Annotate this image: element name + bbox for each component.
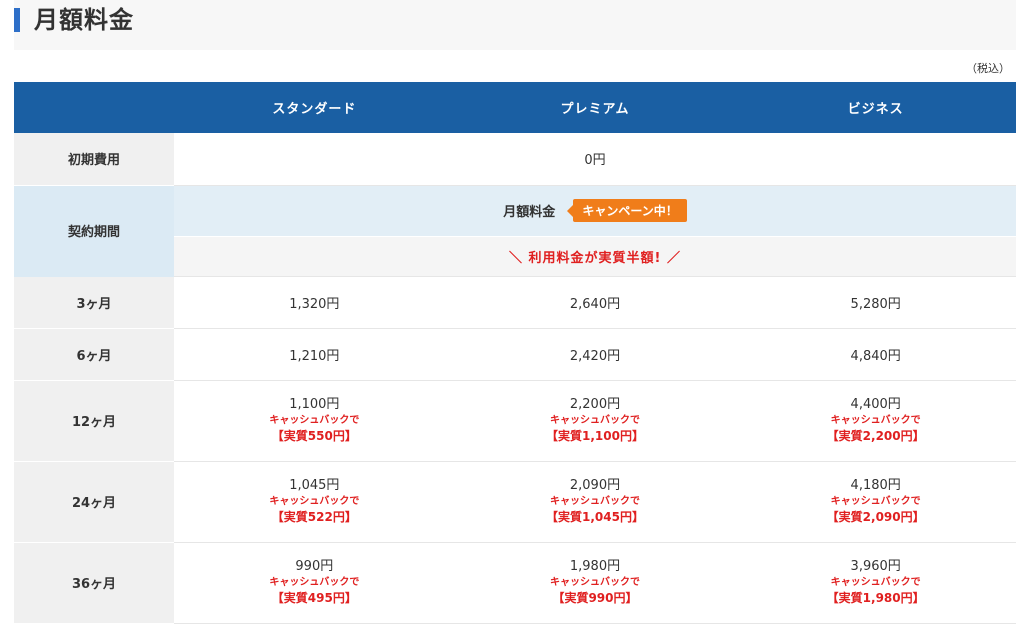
price-cell: 1,100円 キャッシュバックで 【実質550円】 [174, 380, 455, 462]
effective-price: 【実質2,200円】 [826, 429, 925, 443]
base-price: 2,200円 [569, 397, 621, 412]
price-cell: 5,280円 [735, 276, 1016, 329]
cashback-note: キャッシュバックで [549, 415, 640, 426]
page-title: 月額料金 [34, 6, 134, 34]
base-price: 990円 [295, 559, 334, 574]
column-header-business: ビジネス [735, 82, 1016, 133]
base-price: 1,980円 [569, 559, 621, 574]
effective-price: 【実質550円】 [271, 429, 357, 443]
table-row: 6ヶ月 1,210円 2,420円 4,840円 [14, 328, 1016, 381]
pricing-table: スタンダード プレミアム ビジネス 初期費用 0円 契約期間 月額料金 キャンペ… [14, 82, 1016, 624]
period-label: 3ヶ月 [14, 276, 174, 329]
table-header-row: スタンダード プレミアム ビジネス [14, 82, 1016, 133]
base-price: 4,180円 [850, 478, 901, 493]
header-empty-cell [14, 82, 174, 133]
cashback-note: キャッシュバックで [549, 496, 640, 507]
base-price: 1,100円 [289, 397, 340, 412]
table-row: 36ヶ月 990円 キャッシュバックで 【実質495円】 1,980円 キャッシ… [14, 542, 1016, 624]
period-label: 36ヶ月 [14, 542, 174, 624]
effective-price: 【実質522円】 [271, 510, 357, 524]
cashback-note: キャッシュバックで [269, 577, 360, 588]
effective-price: 【実質1,980円】 [826, 591, 925, 605]
price-cell: 1,210円 [174, 328, 455, 381]
price-cell: 1,980円 キャッシュバックで 【実質990円】 [454, 542, 736, 624]
effective-price: 【実質1,045円】 [546, 510, 644, 524]
column-header-standard: スタンダード [174, 82, 455, 133]
price-cell: 3,960円 キャッシュバックで 【実質1,980円】 [735, 542, 1016, 624]
campaign-badge: キャンペーン中！ [567, 199, 687, 222]
monthly-fee-label: 月額料金 [503, 205, 556, 220]
cashback-note: キャッシュバックで [830, 577, 921, 588]
cashback-note: キャッシュバックで [269, 496, 360, 507]
effective-price: 【実質990円】 [552, 591, 638, 605]
price-cell: 990円 キャッシュバックで 【実質495円】 [174, 542, 455, 624]
period-label: 6ヶ月 [14, 328, 174, 381]
price-cell: 2,200円 キャッシュバックで 【実質1,100円】 [454, 380, 736, 462]
price-cell: 2,090円 キャッシュバックで 【実質1,045円】 [454, 461, 736, 543]
base-price: 4,400円 [850, 397, 901, 412]
campaign-row: 契約期間 月額料金 キャンペーン中！ [14, 185, 1016, 277]
heading-accent-bar [14, 8, 20, 32]
base-price: 1,045円 [289, 478, 340, 493]
cashback-note: キャッシュバックで [830, 496, 921, 507]
effective-price: 【実質2,090円】 [826, 510, 925, 524]
section-heading: 月額料金 [14, 0, 1016, 50]
effective-price: 【実質495円】 [271, 591, 357, 605]
table-row: 12ヶ月 1,100円 キャッシュバックで 【実質550円】 2,200円 キャ… [14, 380, 1016, 462]
period-label: 12ヶ月 [14, 380, 174, 462]
initial-fee-label: 初期費用 [14, 133, 174, 186]
price-cell: 4,180円 キャッシュバックで 【実質2,090円】 [735, 461, 1016, 543]
price-cell: 2,420円 [454, 328, 736, 381]
price-cell: 1,320円 [174, 276, 455, 329]
half-price-cell: ＼ 利用料金が実質半額! ／ [174, 236, 1016, 277]
table-row: 3ヶ月 1,320円 2,640円 5,280円 [14, 276, 1016, 329]
campaign-cell: 月額料金 キャンペーン中！ [174, 185, 1016, 237]
column-header-premium: プレミアム [454, 82, 736, 133]
price-cell: 1,045円 キャッシュバックで 【実質522円】 [174, 461, 455, 543]
period-label: 24ヶ月 [14, 461, 174, 543]
half-price-text: ＼ 利用料金が実質半額! ／ [509, 250, 681, 266]
price-cell: 4,400円 キャッシュバックで 【実質2,200円】 [735, 380, 1016, 462]
cashback-note: キャッシュバックで [549, 577, 640, 588]
base-price: 2,090円 [569, 478, 621, 493]
effective-price: 【実質1,100円】 [546, 429, 644, 443]
price-cell: 2,640円 [454, 276, 736, 329]
price-cell: 4,840円 [735, 328, 1016, 381]
table-row: 24ヶ月 1,045円 キャッシュバックで 【実質522円】 2,090円 キャ… [14, 461, 1016, 543]
contract-period-label: 契約期間 [14, 185, 174, 277]
initial-fee-row: 初期費用 0円 [14, 133, 1016, 186]
base-price: 3,960円 [850, 559, 901, 574]
tax-note: （税込） [966, 62, 1010, 75]
cashback-note: キャッシュバックで [830, 415, 921, 426]
cashback-note: キャッシュバックで [269, 415, 360, 426]
initial-fee-value: 0円 [174, 133, 1016, 186]
